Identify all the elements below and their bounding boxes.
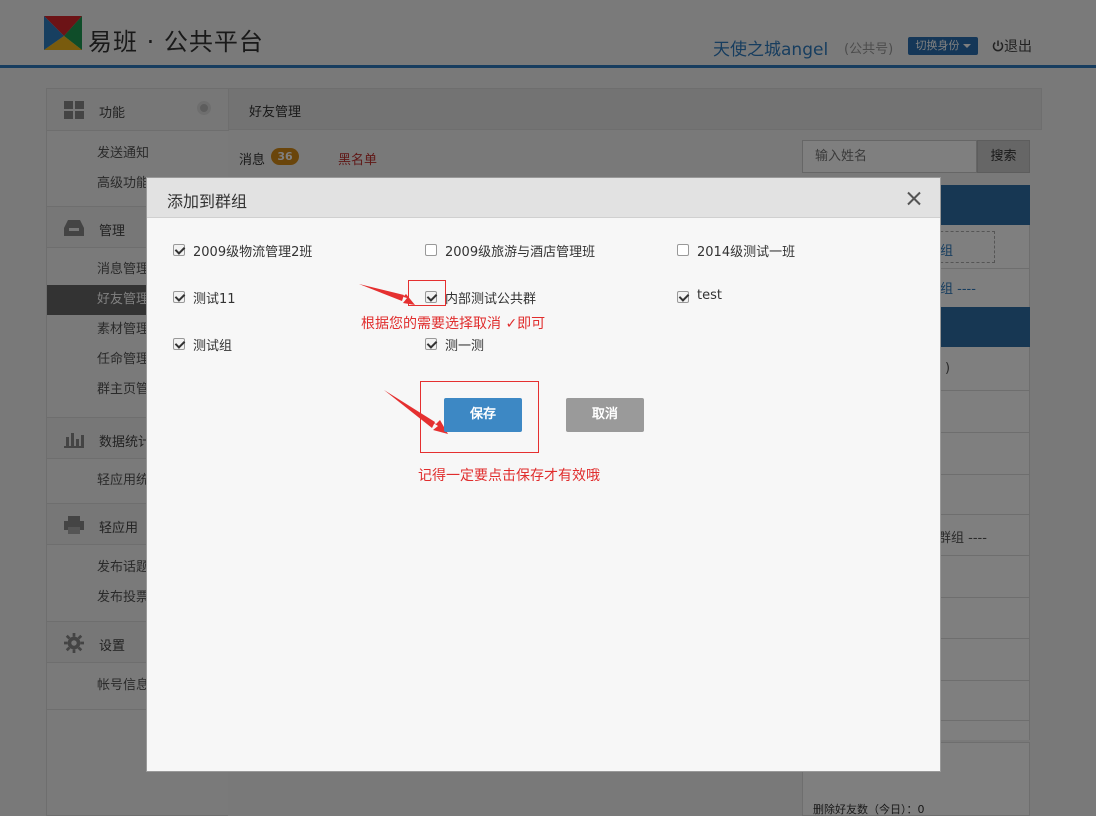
checkbox-unchecked[interactable] [425, 244, 437, 256]
group-label: 测试11 [193, 292, 236, 307]
group-label: 内部测试公共群 [445, 292, 537, 307]
save-button[interactable]: 保存 [444, 398, 522, 432]
group-label: 2014级测试一班 [697, 245, 796, 260]
group-label: 2009级物流管理2班 [193, 245, 313, 260]
checkbox-checked[interactable] [677, 291, 689, 303]
checkbox-checked[interactable] [425, 338, 437, 350]
arrow-icon [384, 390, 448, 434]
group-label: 2009级旅游与酒店管理班 [445, 245, 596, 260]
annotation-save-note: 记得一定要点击保存才有效哦 [418, 468, 600, 484]
checkbox-checked[interactable] [173, 338, 185, 350]
checkbox-unchecked[interactable] [677, 244, 689, 256]
annotation-select-note: 根据您的需要选择取消 ✓即可 [361, 316, 546, 332]
close-icon[interactable] [904, 188, 924, 208]
checkbox-checked[interactable] [173, 244, 185, 256]
add-to-group-dialog: 添加到群组 2009级物流管理2班 2009级旅游与酒店管理班 2014级测试一… [146, 177, 941, 772]
group-label: 测一测 [445, 339, 485, 354]
checkbox-checked[interactable] [173, 291, 185, 303]
group-label: test [697, 288, 722, 303]
arrow-icon [359, 284, 415, 305]
dialog-header: 添加到群组 [147, 178, 940, 218]
cancel-button[interactable]: 取消 [566, 398, 644, 432]
dialog-title: 添加到群组 [167, 192, 248, 211]
group-label: 测试组 [193, 339, 233, 354]
